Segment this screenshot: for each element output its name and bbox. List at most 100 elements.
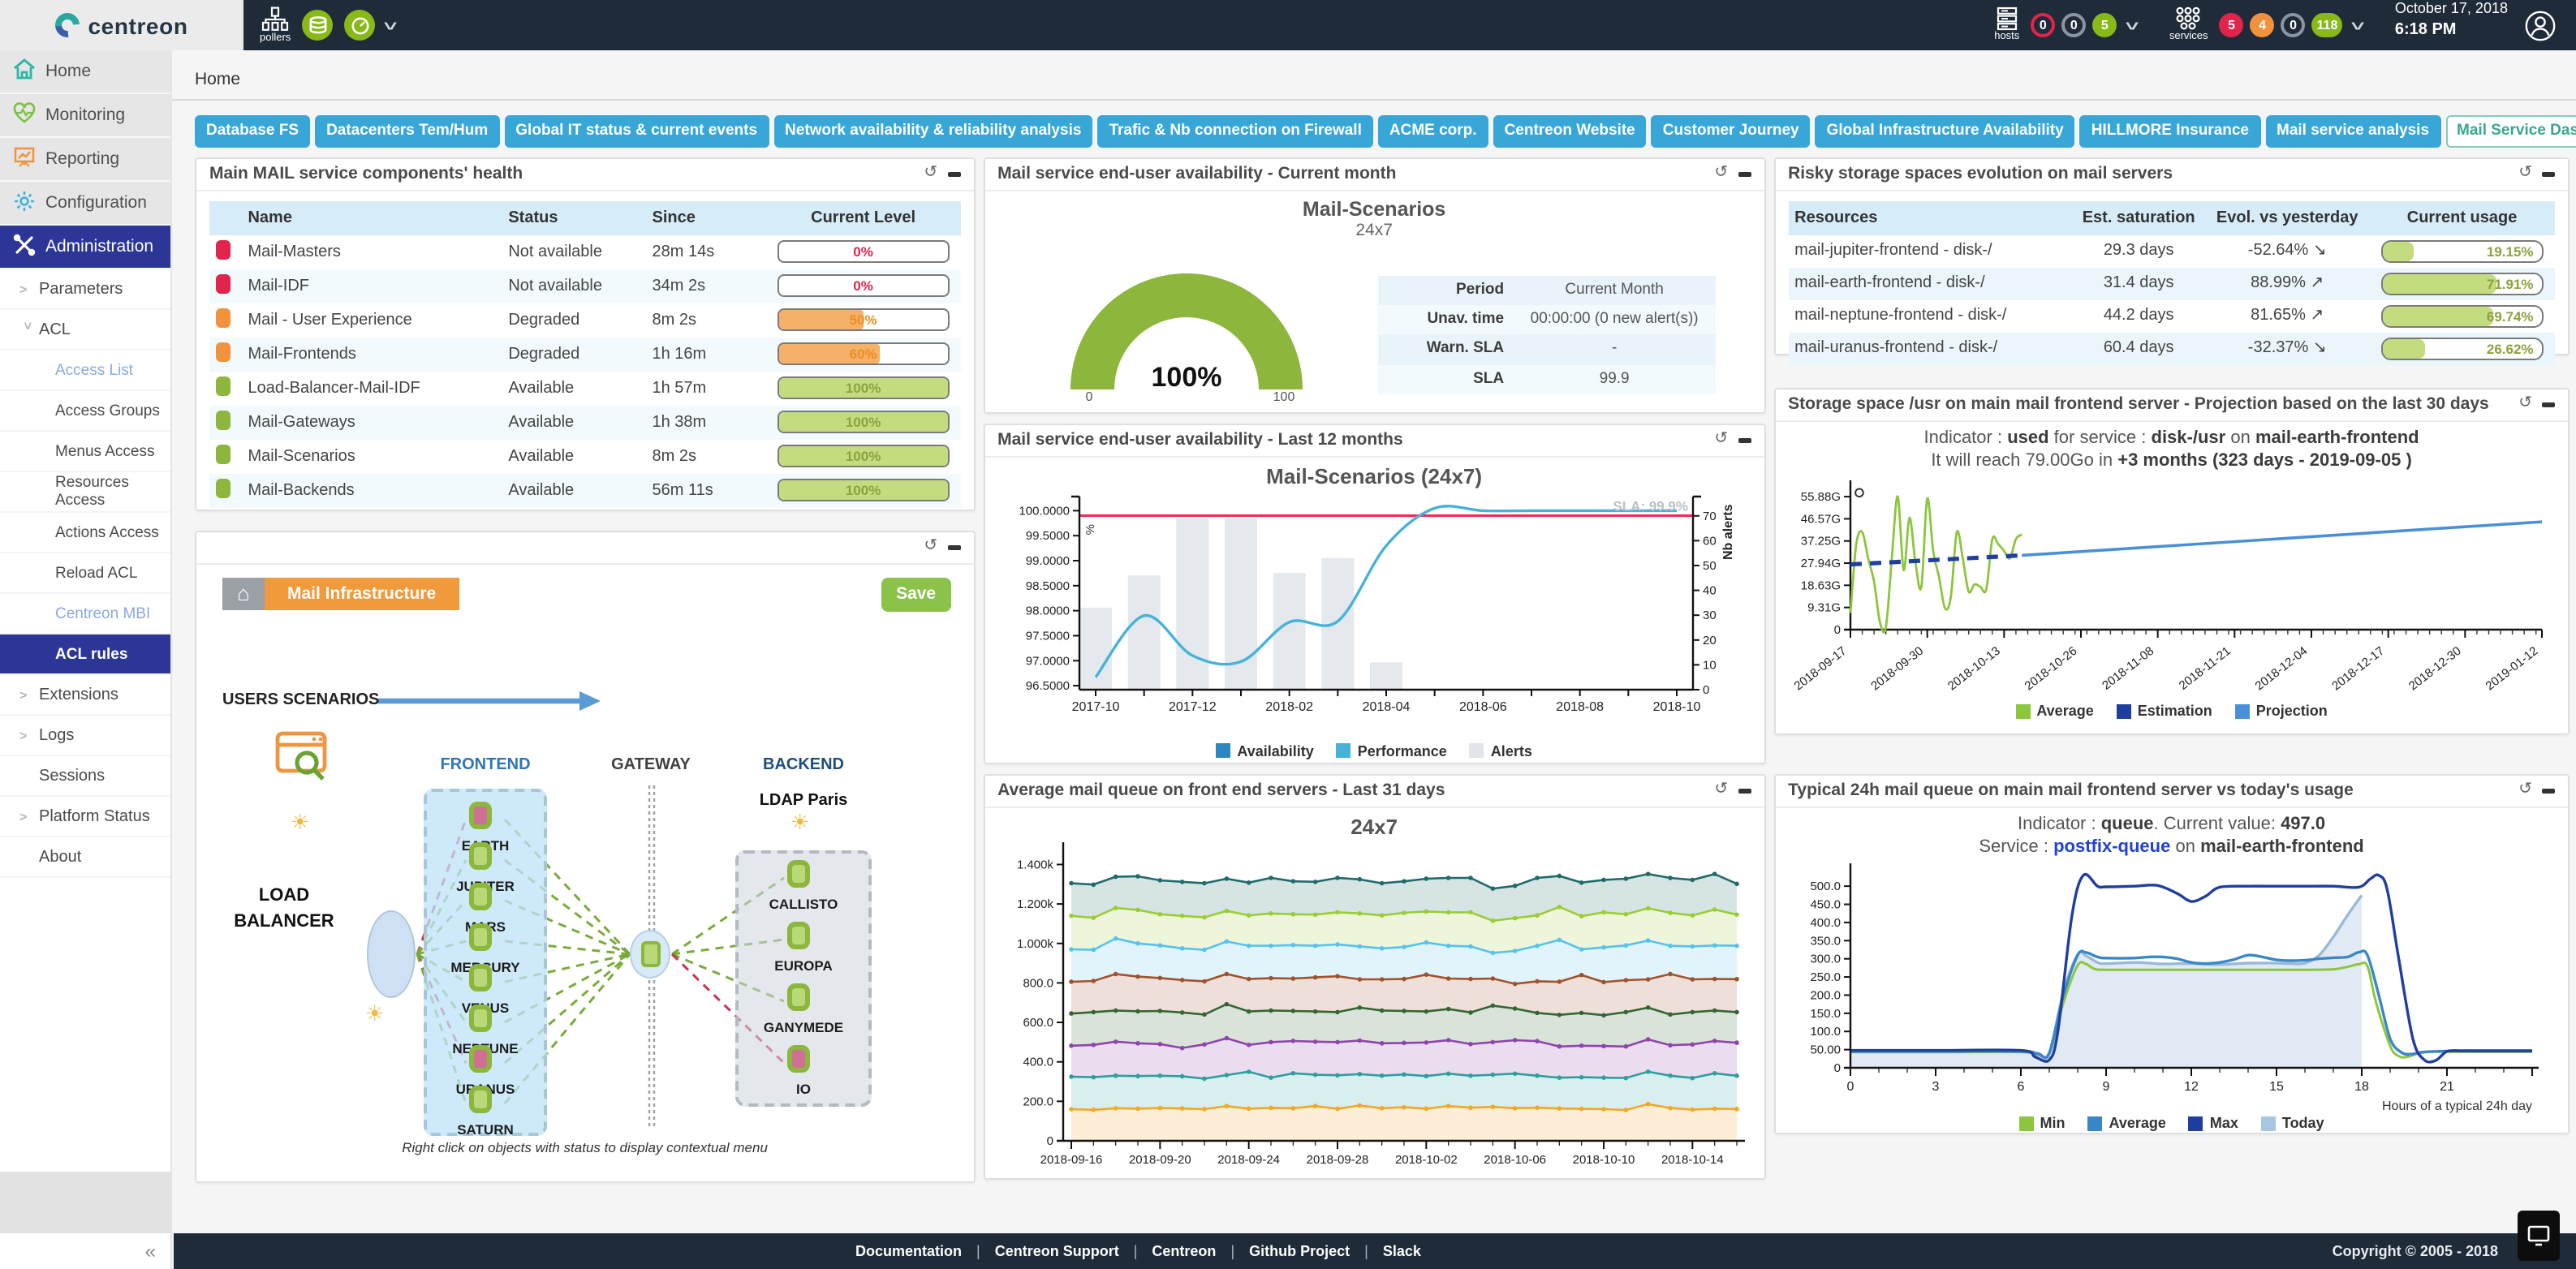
hosts-chevron-down-icon[interactable]: >	[2120, 21, 2146, 30]
hosts-badge[interactable]: 0	[2031, 13, 2055, 37]
sidebar-subitem-menus-access[interactable]: Menus Access	[0, 432, 170, 472]
refresh-icon[interactable]: ↺	[924, 166, 937, 182]
tab-trafic-nb-connection-on-firewall[interactable]: Trafic & Nb connection on Firewall	[1097, 115, 1372, 147]
refresh-icon[interactable]: ↺	[2518, 166, 2532, 182]
tab-database-fs[interactable]: Database FS	[195, 115, 310, 147]
hosts-badge[interactable]: 5	[2092, 13, 2117, 37]
node-mercury[interactable]	[469, 923, 492, 950]
collapse-icon[interactable]	[1738, 437, 1751, 442]
sidebar-subitem-logs[interactable]: >Logs	[0, 716, 170, 756]
gauge-detail-label: SLA	[1377, 365, 1514, 395]
sidebar-item-monitoring[interactable]: Monitoring	[0, 94, 170, 138]
tab-acme-corp-[interactable]: ACME corp.	[1378, 115, 1488, 147]
footer-separator: |	[976, 1243, 980, 1259]
tab-customer-journey[interactable]: Customer Journey	[1652, 115, 1811, 147]
save-button[interactable]: Save	[881, 577, 950, 611]
user-menu-button[interactable]	[2524, 0, 2557, 50]
diagram-breadcrumb-label[interactable]: Mail Infrastructure	[265, 577, 459, 609]
node-neptune[interactable]	[469, 1004, 492, 1031]
refresh-icon[interactable]: ↺	[1714, 782, 1728, 798]
tab-global-infrastructure-availability[interactable]: Global Infrastructure Availability	[1816, 115, 2075, 147]
footer-link-centreon[interactable]: Centreon	[1152, 1243, 1216, 1259]
collapse-icon[interactable]	[2542, 788, 2555, 793]
tab-hillmore-insurance[interactable]: HILLMORE Insurance	[2080, 115, 2260, 147]
sidebar-subitem-acl[interactable]: >ACL	[0, 310, 170, 351]
fullscreen-button[interactable]	[2518, 1211, 2560, 1261]
refresh-icon[interactable]: ↺	[2518, 782, 2532, 798]
tab-mail-service-dashboard[interactable]: Mail Service Dashboard	[2445, 115, 2576, 147]
centreon-logo[interactable]: centreon	[0, 0, 243, 50]
refresh-icon[interactable]: ↺	[1714, 432, 1728, 448]
sidebar-subitem-extensions[interactable]: >Extensions	[0, 675, 170, 716]
footer-link-github-project[interactable]: Github Project	[1249, 1243, 1350, 1259]
node-io[interactable]	[787, 1044, 810, 1072]
pollers-button[interactable]: pollers	[260, 6, 291, 45]
services-button[interactable]: services	[2169, 7, 2208, 44]
node-venus[interactable]	[469, 963, 492, 991]
tab-centreon-website[interactable]: Centreon Website	[1493, 115, 1647, 147]
tab-global-it-status-current-events[interactable]: Global IT status & current events	[504, 115, 769, 147]
sidebar-subitem-access-groups[interactable]: Access Groups	[0, 391, 170, 432]
footer-link-slack[interactable]: Slack	[1383, 1243, 1421, 1259]
gateway-node[interactable]	[630, 929, 670, 978]
sidebar-subitem-sessions[interactable]: Sessions	[0, 756, 170, 797]
svg-text:21: 21	[2440, 1080, 2454, 1094]
footer-link-documentation[interactable]: Documentation	[855, 1243, 962, 1259]
evolution-cell: 88.99% ↗	[2205, 267, 2369, 299]
tab-network-availability-reliability-analysis[interactable]: Network availability & reliability analy…	[773, 115, 1092, 147]
node-uranus[interactable]	[469, 1044, 492, 1072]
services-badge[interactable]: 0	[2281, 13, 2306, 37]
tab-datacenters-tem-hum[interactable]: Datacenters Tem/Hum	[315, 115, 499, 147]
panel-projection: Storage space /usr on main mail frontend…	[1773, 387, 2570, 734]
services-badge[interactable]: 5	[2220, 13, 2244, 37]
node-callisto[interactable]	[787, 859, 810, 887]
sidebar-subitem-resources-access[interactable]: Resources Access	[0, 472, 170, 513]
sidebar-item-reporting[interactable]: Reporting	[0, 138, 170, 182]
engine-status-button[interactable]	[344, 10, 375, 41]
sidebar-item-home[interactable]: Home	[0, 50, 170, 94]
svg-text:500.0: 500.0	[1810, 880, 1841, 894]
sidebar-subitem-about[interactable]: About	[0, 837, 170, 878]
node-saturn[interactable]	[469, 1085, 492, 1112]
breadcrumb[interactable]: Home	[172, 50, 2576, 101]
services-badge[interactable]: 118	[2312, 13, 2343, 37]
node-jupiter[interactable]	[469, 841, 492, 869]
home-icon[interactable]: ⌂	[222, 577, 265, 609]
footer-link-centreon-support[interactable]: Centreon Support	[995, 1243, 1119, 1259]
services-badge[interactable]: 4	[2251, 13, 2275, 37]
pollers-chevron-down-icon[interactable]: >	[378, 21, 404, 30]
collapse-icon[interactable]	[2542, 171, 2555, 176]
sidebar-collapse-button[interactable]: «	[0, 1233, 170, 1269]
refresh-icon[interactable]: ↺	[2518, 396, 2532, 412]
hosts-button[interactable]: hosts	[1994, 7, 2019, 44]
sidebar-subitem-acl-rules[interactable]: ACL rules	[0, 634, 170, 675]
sidebar-item-administration[interactable]: Administration	[0, 226, 170, 269]
sidebar-subitem-parameters[interactable]: >Parameters	[0, 269, 170, 310]
hosts-badge[interactable]: 0	[2061, 13, 2086, 37]
node-mars[interactable]	[469, 882, 492, 910]
gauge-title: Mail-Scenarios	[994, 197, 1754, 220]
refresh-icon[interactable]: ↺	[924, 539, 937, 555]
node-ganymede[interactable]	[787, 983, 810, 1010]
sidebar-subitem-access-list[interactable]: Access List	[0, 351, 170, 391]
tab-mail-service-analysis[interactable]: Mail service analysis	[2265, 115, 2440, 147]
sidebar-subitem-actions-access[interactable]: Actions Access	[0, 513, 170, 553]
collapse-icon[interactable]	[1738, 788, 1751, 793]
services-chevron-down-icon[interactable]: >	[2346, 21, 2371, 30]
clock-time: 6:18 PM	[2395, 19, 2508, 40]
sidebar-item-configuration[interactable]: Configuration	[0, 182, 170, 226]
svg-text:2018-10-10: 2018-10-10	[1572, 1152, 1635, 1166]
sidebar-subitem-platform-status[interactable]: >Platform Status	[0, 797, 170, 837]
node-europa[interactable]	[787, 921, 810, 949]
collapse-icon[interactable]	[947, 171, 960, 176]
sidebar-subitem-centreon-mbi[interactable]: Centreon MBI	[0, 594, 170, 634]
collapse-icon[interactable]	[2542, 402, 2555, 407]
sidebar-subitem-reload-acl[interactable]: Reload ACL	[0, 553, 170, 594]
load-balancer-node[interactable]	[367, 910, 416, 997]
refresh-icon[interactable]: ↺	[1714, 166, 1728, 182]
collapse-icon[interactable]	[1738, 171, 1751, 176]
sidebar-subitem-label: Platform Status	[39, 807, 150, 825]
node-earth[interactable]	[469, 801, 492, 828]
broker-status-button[interactable]	[302, 10, 333, 41]
collapse-icon[interactable]	[947, 544, 960, 549]
